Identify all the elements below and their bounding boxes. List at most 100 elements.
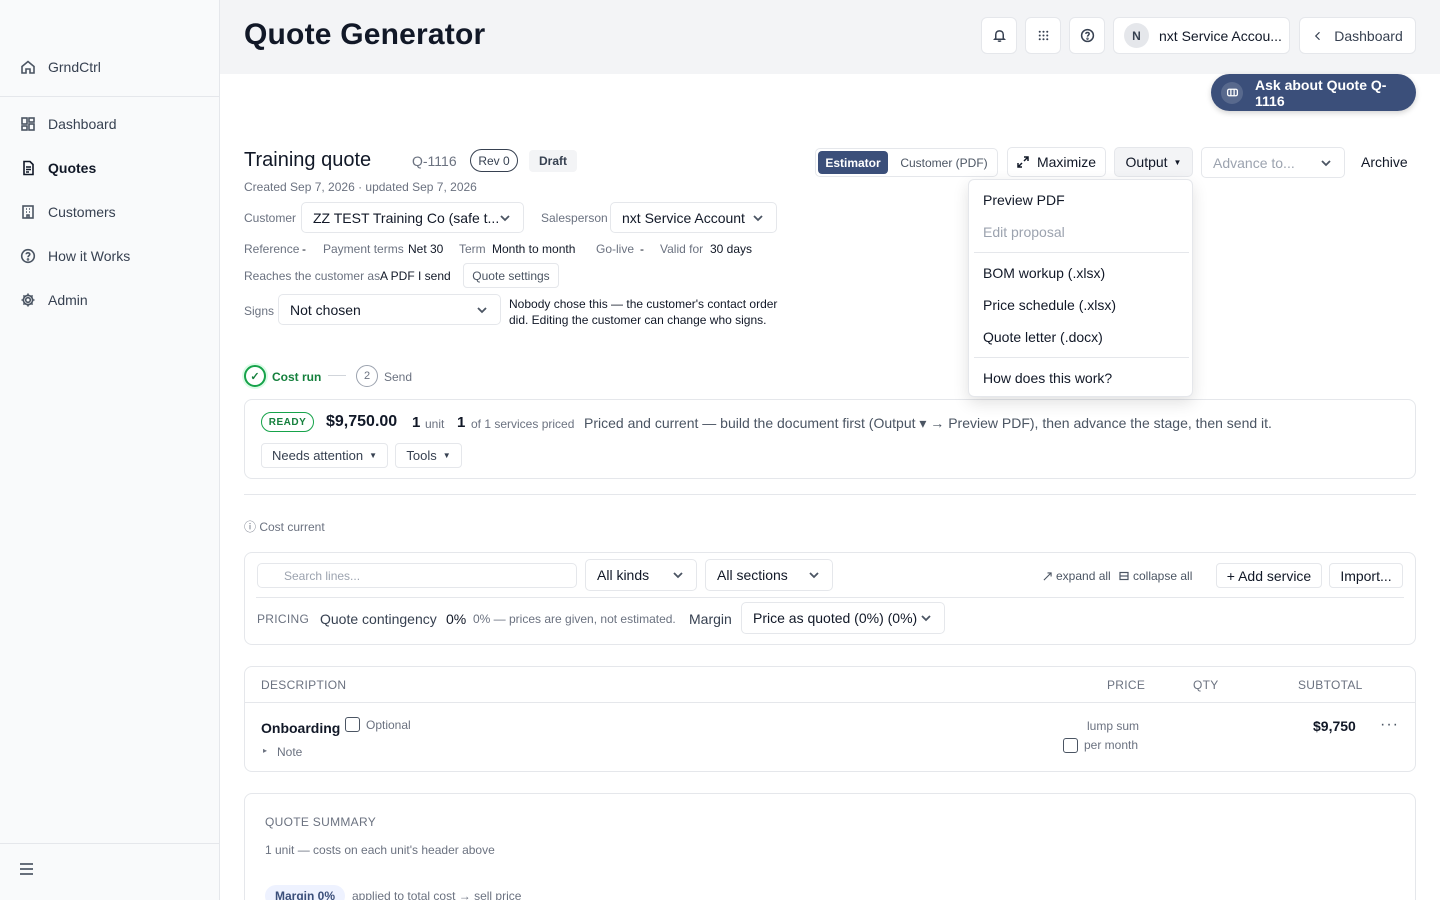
help-button[interactable]	[1069, 17, 1105, 54]
estimator-tab[interactable]: Estimator	[818, 151, 888, 174]
add-service-button[interactable]: + Add service	[1216, 563, 1322, 588]
services-count: 1	[457, 414, 466, 431]
column-header-subtotal: SUBTOTAL	[1298, 678, 1363, 692]
archive-button[interactable]: Archive	[1361, 154, 1408, 170]
menu-item-price-schedule[interactable]: Price schedule (.xlsx)	[983, 297, 1116, 313]
margin-select[interactable]: Price as quoted (0%) (0%)	[741, 602, 945, 634]
payment-terms-value[interactable]: Net 30	[408, 242, 443, 256]
menu-item-quote-letter[interactable]: Quote letter (.docx)	[983, 329, 1103, 345]
sidebar: GrndCtrl Dashboard Quotes Customers How …	[0, 0, 220, 900]
expand-icon	[1017, 156, 1029, 168]
line-subtotal: $9,750	[1313, 718, 1356, 734]
step-cost-run-label[interactable]: Cost run	[272, 370, 321, 384]
grid-icon	[1036, 28, 1051, 43]
tools-label: Tools	[406, 448, 437, 463]
tools-button[interactable]: Tools ▼	[395, 443, 462, 468]
sidebar-item-label: Dashboard	[48, 116, 117, 132]
sidebar-item-customers[interactable]: Customers	[20, 204, 116, 220]
caret-down-icon: ▼	[369, 451, 377, 460]
caret-down-icon: ▼	[442, 451, 451, 460]
menu-item-bom-workup[interactable]: BOM workup (.xlsx)	[983, 265, 1105, 281]
golive-label: Go-live	[596, 242, 635, 256]
advance-stage-select[interactable]: Advance to...	[1201, 147, 1345, 178]
kinds-filter-select[interactable]: All kinds	[585, 559, 697, 591]
maximize-button[interactable]: Maximize	[1007, 147, 1106, 177]
row-more-icon[interactable]: ···	[1380, 716, 1399, 734]
customer-select[interactable]: ZZ TEST Training Co (safe t...	[301, 202, 524, 233]
signs-select[interactable]: Not chosen	[278, 294, 501, 325]
collapse-all-label: collapse all	[1133, 569, 1193, 583]
notifications-button[interactable]	[981, 17, 1017, 54]
step-cost-run-check-icon: ✓	[244, 365, 266, 387]
menu-divider	[974, 357, 1189, 358]
reaches-label: Reaches the customer as	[244, 269, 381, 283]
expand-icon	[1043, 571, 1052, 581]
ask-about-quote-label: Ask about Quote Q-1116	[1255, 76, 1387, 109]
per-month-checkbox[interactable]	[1063, 738, 1078, 753]
brand-link[interactable]: GrndCtrl	[20, 59, 101, 75]
golive-value[interactable]: -	[640, 242, 644, 256]
search-lines-input[interactable]	[257, 563, 577, 588]
collapse-icon	[1119, 571, 1129, 581]
ask-about-quote-button[interactable]: Ask about Quote Q-1116	[1211, 74, 1416, 111]
salesperson-label: Salesperson	[541, 211, 608, 225]
brand-name: GrndCtrl	[48, 59, 101, 75]
menu-item-how-does-this-work[interactable]: How does this work?	[983, 370, 1112, 386]
sidebar-item-dashboard[interactable]: Dashboard	[20, 116, 117, 132]
expand-all-button[interactable]: expand all	[1043, 569, 1111, 583]
sidebar-divider	[0, 96, 220, 97]
menu-item-edit-proposal: Edit proposal	[983, 224, 1065, 240]
menu-divider	[974, 252, 1189, 253]
summary-subtitle: 1 unit — costs on each unit's header abo…	[265, 843, 495, 857]
output-button[interactable]: Output ▼	[1114, 147, 1193, 177]
home-icon	[20, 59, 36, 75]
status-badge: Draft	[529, 150, 577, 172]
apps-button[interactable]	[1025, 17, 1061, 54]
maximize-label: Maximize	[1036, 154, 1097, 170]
output-label: Output	[1125, 154, 1168, 170]
sidebar-item-label: Quotes	[48, 160, 97, 176]
expand-note-icon[interactable]: ▸	[263, 746, 267, 755]
optional-checkbox[interactable]	[345, 717, 360, 732]
account-menu-button[interactable]: N nxt Service Accou...	[1113, 17, 1290, 54]
optional-label: Optional	[366, 718, 411, 732]
step-send-label[interactable]: Send	[384, 370, 412, 384]
line-item-name[interactable]: Onboarding	[261, 720, 340, 736]
expand-all-label: expand all	[1056, 569, 1111, 583]
sections-filter-select[interactable]: All sections	[705, 559, 833, 591]
menu-toggle-icon[interactable]	[19, 862, 34, 876]
salesperson-select[interactable]: nxt Service Account	[610, 202, 777, 233]
contingency-value[interactable]: 0%	[446, 611, 466, 627]
quote-settings-button[interactable]: Quote settings	[463, 263, 559, 288]
import-button[interactable]: Import...	[1329, 563, 1403, 588]
salesperson-value: nxt Service Account	[622, 209, 745, 226]
chevron-down-icon	[752, 212, 764, 224]
term-value[interactable]: Month to month	[492, 242, 575, 256]
customer-value: ZZ TEST Training Co (safe t...	[313, 209, 500, 226]
valid-for-value[interactable]: 30 days	[710, 242, 752, 256]
note-toggle[interactable]: Note	[277, 745, 302, 759]
margin-label: Margin	[689, 611, 732, 627]
term-label: Term	[459, 242, 486, 256]
needs-attention-button[interactable]: Needs attention ▼	[261, 443, 388, 468]
sidebar-item-how-it-works[interactable]: How it Works	[20, 248, 130, 264]
avatar: N	[1124, 23, 1149, 48]
customer-pdf-tab[interactable]: Customer (PDF)	[894, 151, 994, 174]
column-header-description: DESCRIPTION	[261, 678, 347, 692]
collapse-all-button[interactable]: collapse all	[1119, 569, 1192, 583]
reference-value[interactable]: -	[302, 242, 306, 256]
dashboard-back-button[interactable]: Dashboard	[1299, 17, 1416, 54]
sidebar-divider	[0, 843, 220, 844]
gear-icon	[20, 292, 36, 308]
chevron-down-icon	[672, 569, 684, 581]
created-updated: Created Sep 7, 2026 · updated Sep 7, 202…	[244, 180, 477, 194]
status-message: Priced and current — build the document …	[584, 415, 1272, 431]
sidebar-item-label: How it Works	[48, 248, 131, 264]
units-label: unit	[425, 417, 445, 431]
menu-item-preview-pdf[interactable]: Preview PDF	[983, 192, 1065, 208]
needs-attention-label: Needs attention	[272, 448, 364, 463]
sidebar-item-label: Admin	[48, 292, 88, 308]
contingency-note: 0% — prices are given, not estimated.	[473, 612, 676, 626]
sidebar-item-admin[interactable]: Admin	[20, 292, 88, 308]
sidebar-item-quotes[interactable]: Quotes	[20, 160, 96, 176]
